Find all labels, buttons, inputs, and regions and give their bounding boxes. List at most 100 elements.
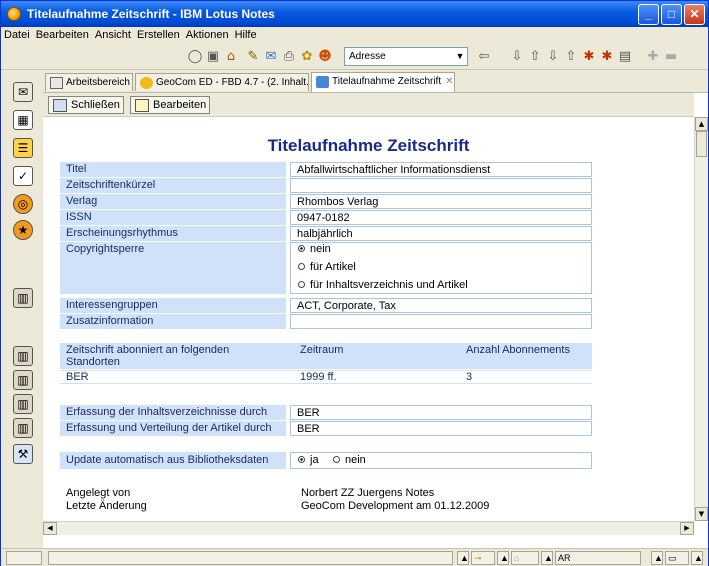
favorites-bookmark-icon[interactable]: ★ (13, 220, 33, 240)
properties-icon[interactable]: ▤ (617, 49, 633, 65)
subscription-count: 3 (466, 371, 473, 383)
edit-document-label: Bearbeiten (153, 99, 207, 111)
copyright-option-artikel[interactable]: für Artikel (298, 261, 356, 273)
mail-status-dropdown-icon[interactable]: ▲ (651, 551, 663, 565)
radio-unselected-icon (298, 281, 305, 288)
edit-document-button[interactable]: Bearbeiten (130, 96, 210, 114)
scroll-thumb[interactable] (696, 131, 707, 157)
field-label-zusatzinformation: Zusatzinformation (60, 314, 286, 329)
created-by-label: Angelegt von (66, 487, 131, 499)
created-by-value: Norbert ZZ Juergens Notes (301, 487, 435, 499)
replication-bookmark-icon[interactable]: ◎ (13, 194, 33, 214)
signature-icon[interactable]: ⌂ (511, 551, 539, 565)
next-marked-icon[interactable]: ✱ (581, 49, 597, 65)
workspace-icon (50, 77, 63, 89)
status-dropdown-icon[interactable]: ▲ (457, 551, 469, 565)
edit-pencil-icon (135, 99, 149, 112)
open-icon[interactable]: ⌂ (223, 49, 239, 65)
field-value-erfassung-inhaltsverzeichnisse: BER (290, 405, 592, 420)
tab-arbeitsbereich[interactable]: Arbeitsbereich (45, 73, 133, 91)
menu-datei[interactable]: Datei (1, 27, 33, 41)
form-title: Titelaufnahme Zeitschrift (267, 136, 470, 155)
horizontal-scrollbar[interactable]: ◀ ▶ (43, 521, 694, 535)
mail-bookmark-icon[interactable]: ✉ (13, 82, 33, 102)
todo-bookmark-icon[interactable]: ✓ (13, 166, 33, 186)
mail-icon[interactable]: ✉ (263, 49, 279, 65)
signature-dropdown-icon[interactable]: ▲ (541, 551, 553, 565)
print-icon[interactable]: ⎙ (281, 49, 297, 65)
subscriptions-header-location: Zeitschrift abonniert an folgenden Stand… (66, 344, 230, 368)
previous-marked-icon[interactable]: ✱ (599, 49, 615, 65)
close-document-label: Schließen (71, 99, 120, 111)
location-key-icon[interactable]: ⊸ (471, 551, 495, 565)
language-indicator[interactable]: AR (555, 551, 641, 565)
scroll-right-icon[interactable]: ▶ (680, 522, 694, 535)
field-label-titel: Titel (60, 162, 286, 177)
tab-geocom-database[interactable]: GeoCom ED - FBD 4.7 - (2. Inhalt...✕ (135, 73, 309, 91)
calendar-bookmark-icon[interactable]: ▦ (13, 110, 33, 130)
next-unread-icon[interactable]: ⇩ (509, 49, 525, 65)
databases-bookmark-icon[interactable]: ▥ (13, 288, 33, 308)
back-icon[interactable]: ⇦ (476, 49, 492, 65)
contacts-bookmark-icon[interactable]: ☰ (13, 138, 33, 158)
location-dropdown-icon[interactable]: ▲ (497, 551, 509, 565)
menu-bearbeiten[interactable]: Bearbeiten (33, 27, 92, 41)
subscriptions-header-period: Zeitraum (300, 344, 344, 356)
address-field[interactable]: Adresse ▼ (344, 47, 468, 66)
close-tab-icon[interactable]: ✕ (445, 76, 453, 87)
close-document-button[interactable]: Schließen (48, 96, 124, 114)
edit-icon[interactable]: ✎ (245, 49, 261, 65)
radio-selected-icon (298, 245, 305, 252)
field-value-titel: Abfallwirtschaftlicher Informationsdiens… (290, 162, 592, 177)
tab-titelaufnahme[interactable]: Titelaufnahme Zeitschrift ✕ (311, 72, 455, 92)
status-message-area[interactable] (48, 551, 453, 565)
previous-icon[interactable]: ⇧ (563, 49, 579, 65)
database-icon (140, 77, 153, 89)
field-value-issn: 0947-0182 (290, 210, 592, 225)
radio-unselected-icon (333, 456, 340, 463)
document-pane: Schließen Bearbeiten Titelaufnahme Zeits… (43, 92, 708, 548)
minimize-button[interactable]: _ (638, 4, 659, 25)
subscription-period: 1999 ff. (300, 371, 337, 383)
bookmark-folder-3-icon[interactable]: ▥ (13, 394, 33, 414)
scroll-down-icon[interactable]: ▼ (695, 507, 708, 521)
address-dropdown-icon[interactable]: ▼ (453, 48, 467, 65)
contacts-icon[interactable]: ☻ (317, 49, 333, 65)
field-label-zeitschriftenkuerzel: Zeitschriftenkürzel (60, 178, 286, 193)
maximize-button[interactable]: □ (661, 4, 682, 25)
field-label-interessengruppen: Interessengruppen (60, 298, 286, 313)
menu-hilfe[interactable]: Hilfe (232, 27, 260, 41)
scroll-up-icon[interactable]: ▲ (695, 117, 708, 131)
status-bar: ▲ ⊸ ▲ ⌂ ▲ AR ▲ ▭ ▲ (1, 548, 708, 566)
field-label-erscheinungsrhythmus: Erscheinungsrhythmus (60, 226, 286, 241)
close-window-button[interactable]: ✕ (684, 4, 705, 25)
title-bar[interactable]: Titelaufnahme Zeitschrift - IBM Lotus No… (1, 1, 708, 27)
bookmark-folder-4-icon[interactable]: ▥ (13, 418, 33, 438)
auto-update-option-ja[interactable]: ja (298, 454, 319, 466)
save-icon[interactable]: ▣ (205, 49, 221, 65)
address-label: Adresse (349, 51, 386, 62)
menu-bar: Datei Bearbeiten Ansicht Erstellen Aktionen H… (1, 27, 708, 44)
toolbar: ◯ ▣ ⌂ ✎ ✉ ⎙ ✿ ☻ Adresse ▼ ⇦ ⇩ ⇧ ⇩ ⇧ ✱ ✱ … (1, 44, 708, 70)
next-icon[interactable]: ⇩ (545, 49, 561, 65)
mail-status-icon[interactable]: ▭ (665, 551, 689, 565)
tab-bar: Arbeitsbereich GeoCom ED - FBD 4.7 - (2.… (43, 70, 708, 92)
replicate-icon[interactable]: ✿ (299, 49, 315, 65)
bookmark-folder-1-icon[interactable]: ▥ (13, 346, 33, 366)
online-status-dropdown-icon[interactable]: ▲ (691, 551, 703, 565)
add-icon[interactable]: ✚ (645, 49, 661, 65)
remove-icon[interactable]: ▬ (663, 49, 679, 65)
vertical-scrollbar[interactable]: ▲ ▼ (694, 117, 708, 521)
menu-erstellen[interactable]: Erstellen (134, 27, 183, 41)
menu-aktionen[interactable]: Aktionen (183, 27, 232, 41)
bookmark-folder-2-icon[interactable]: ▥ (13, 370, 33, 390)
auto-update-option-nein[interactable]: nein (333, 454, 366, 466)
scroll-left-icon[interactable]: ◀ (43, 522, 57, 535)
menu-ansicht[interactable]: Ansicht (92, 27, 134, 41)
copyright-option-inhaltsverzeichnis-artikel[interactable]: für Inhaltsverzeichnis und Artikel (298, 279, 468, 291)
copyright-option-nein[interactable]: nein (298, 243, 331, 255)
previous-unread-icon[interactable]: ⇧ (527, 49, 543, 65)
tools-bookmark-icon[interactable]: ⚒ (13, 444, 33, 464)
stop-icon[interactable]: ◯ (187, 49, 203, 65)
field-value-zusatzinformation (290, 314, 592, 329)
